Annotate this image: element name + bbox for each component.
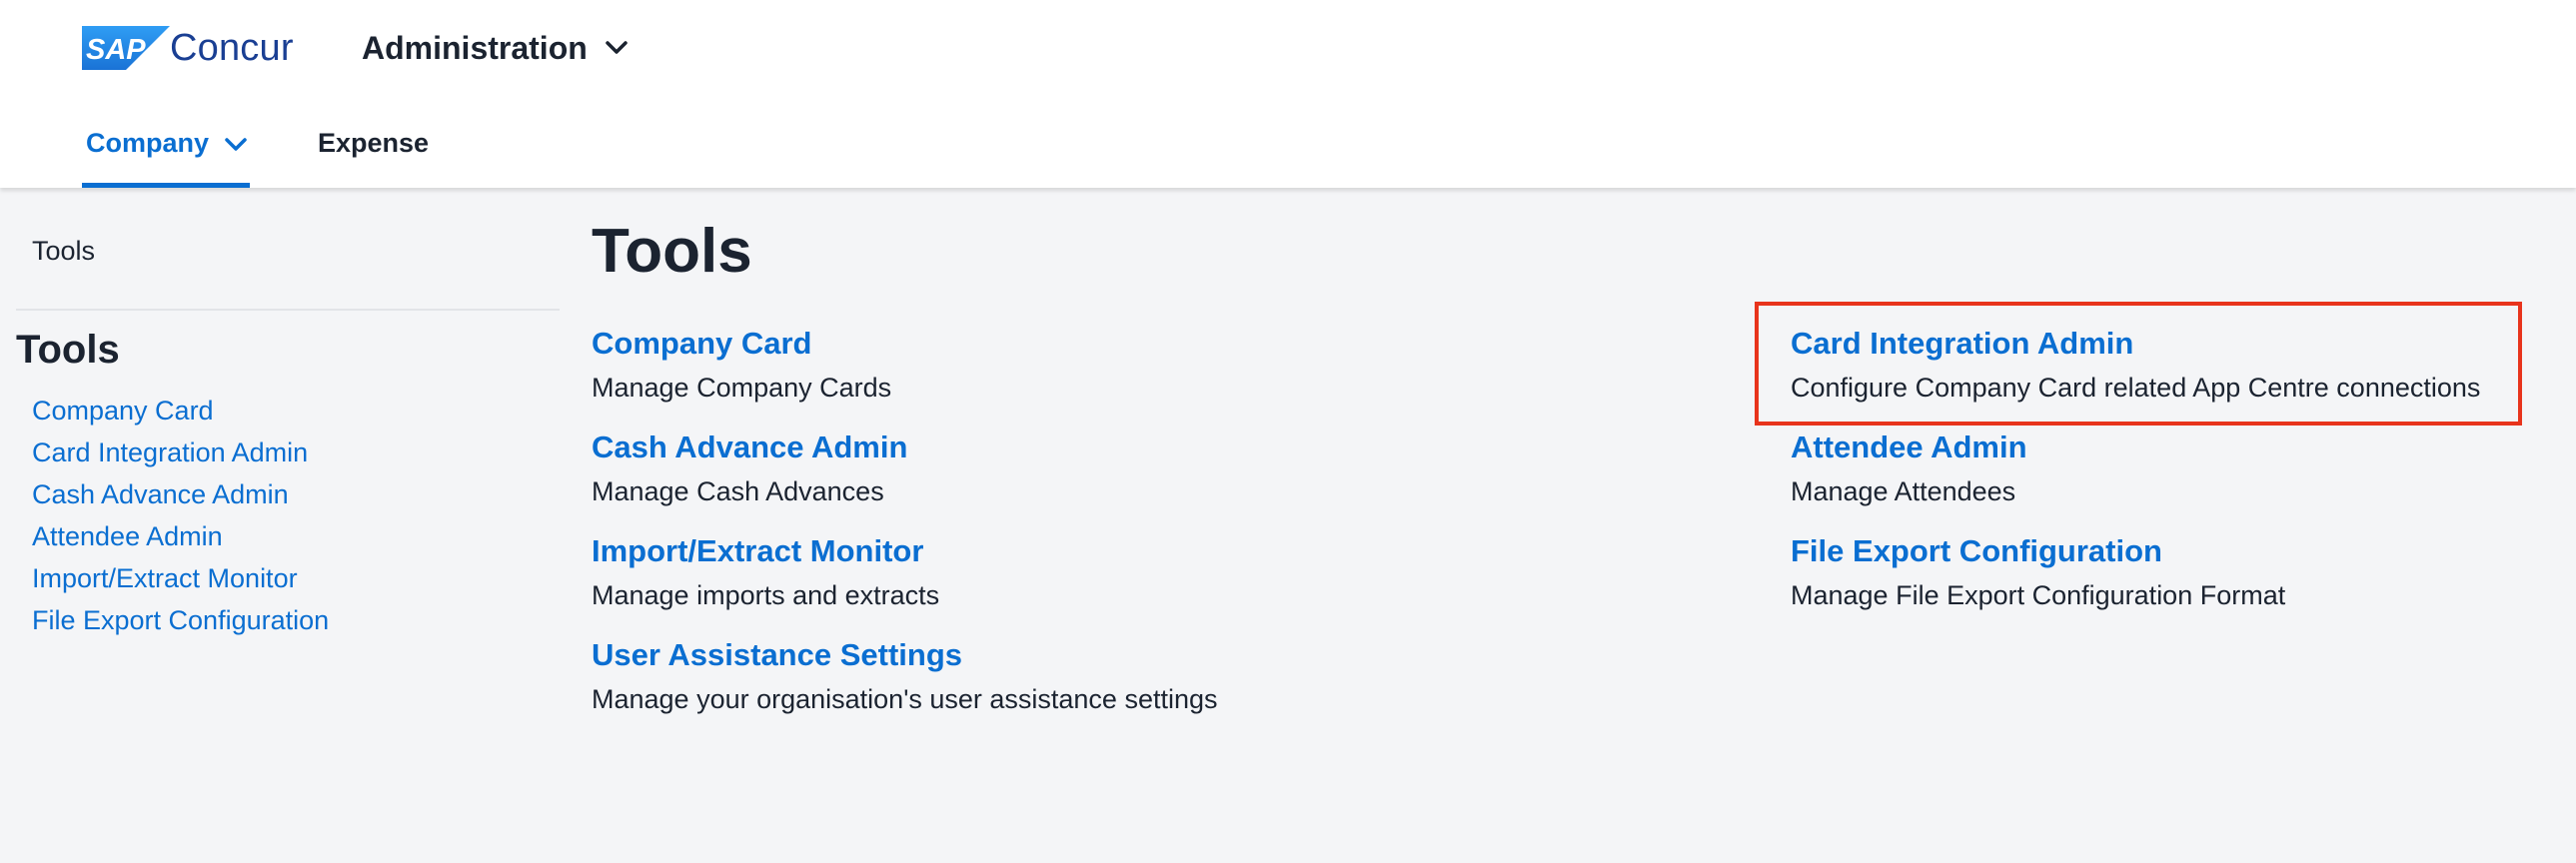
sap-logo-icon: SAP [82, 26, 170, 70]
sidebar-heading: Tools [16, 328, 120, 372]
sidebar-item-card-integration-admin[interactable]: Card Integration Admin [32, 432, 329, 473]
tool-company-card: Company Card Manage Company Cards [592, 324, 891, 408]
sidebar-list: Company Card Card Integration Admin Cash… [32, 390, 329, 641]
tool-attendee-admin: Attendee Admin Manage Attendees [1791, 428, 2027, 511]
svg-text:SAP: SAP [86, 34, 146, 66]
concur-wordmark: Concur [170, 27, 294, 69]
tool-file-export-configuration-link[interactable]: File Export Configuration [1791, 531, 2285, 571]
tool-cash-advance-admin-link[interactable]: Cash Advance Admin [592, 428, 907, 467]
tab-company[interactable]: Company [82, 112, 250, 188]
tool-cash-advance-admin: Cash Advance Admin Manage Cash Advances [592, 428, 907, 511]
tool-file-export-configuration: File Export Configuration Manage File Ex… [1791, 531, 2285, 615]
page-title: Tools [592, 217, 752, 286]
tool-attendee-admin-description: Manage Attendees [1791, 476, 2016, 506]
tool-import-extract-monitor-description: Manage imports and extracts [592, 580, 940, 610]
highlight-box [1755, 302, 2522, 426]
chevron-down-icon [225, 138, 247, 151]
tool-import-extract-monitor-link[interactable]: Import/Extract Monitor [592, 531, 939, 571]
tab-company-label: Company [86, 128, 210, 158]
tool-user-assistance-settings: User Assistance Settings Manage your org… [592, 635, 1218, 719]
tool-file-export-configuration-description: Manage File Export Configuration Format [1791, 580, 2286, 610]
sidebar-item-attendee-admin[interactable]: Attendee Admin [32, 515, 329, 557]
sidebar-item-import-extract-monitor[interactable]: Import/Extract Monitor [32, 557, 329, 599]
tab-expense[interactable]: Expense [318, 112, 429, 188]
tool-user-assistance-settings-description: Manage your organisation's user assistan… [592, 684, 1218, 714]
administration-menu[interactable]: Administration [362, 24, 628, 72]
sidebar-item-company-card[interactable]: Company Card [32, 390, 329, 432]
top-header: SAP Concur Administration Company Expens… [0, 0, 2576, 188]
tab-expense-label: Expense [318, 128, 430, 158]
sap-concur-logo[interactable]: SAP Concur [82, 26, 294, 70]
sidebar-item-cash-advance-admin[interactable]: Cash Advance Admin [32, 473, 329, 515]
tool-company-card-description: Manage Company Cards [592, 373, 892, 403]
administration-menu-label: Administration [362, 29, 588, 66]
tool-company-card-link[interactable]: Company Card [592, 324, 891, 364]
breadcrumb: Tools [32, 236, 96, 266]
sidebar-item-file-export-configuration[interactable]: File Export Configuration [32, 599, 329, 641]
tool-user-assistance-settings-link[interactable]: User Assistance Settings [592, 635, 1218, 675]
chevron-down-icon [606, 41, 628, 54]
top-nav: Company Expense [82, 112, 429, 188]
tool-attendee-admin-link[interactable]: Attendee Admin [1791, 428, 2027, 467]
tool-import-extract-monitor: Import/Extract Monitor Manage imports an… [592, 531, 939, 615]
tool-cash-advance-admin-description: Manage Cash Advances [592, 476, 884, 506]
sidebar-divider [16, 309, 560, 311]
